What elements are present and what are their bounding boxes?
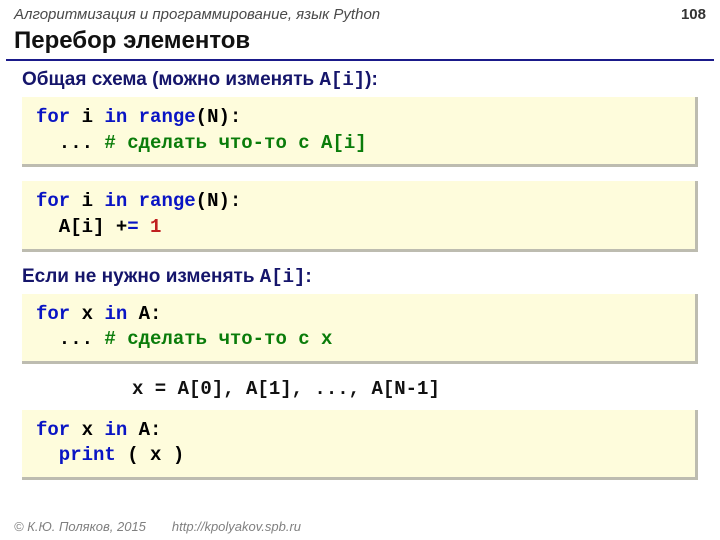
- kw-range: range: [127, 190, 195, 212]
- course-title: Алгоритмизация и программирование, язык …: [14, 6, 380, 23]
- op-eq: =: [127, 216, 138, 238]
- num-literal: 1: [139, 216, 162, 238]
- content-area: Общая схема (можно изменять A[i]): for i…: [0, 69, 720, 480]
- footer: © К.Ю. Поляков, 2015 http://kpolyakov.sp…: [0, 513, 720, 540]
- header-bar: Алгоритмизация и программирование, язык …: [0, 0, 720, 25]
- section-heading-1: Общая схема (можно изменять A[i]):: [22, 69, 698, 91]
- code-text: A:: [127, 419, 161, 441]
- note-line: x = A[0], A[1], ..., A[N-1]: [132, 378, 698, 400]
- section-heading-2: Если не нужно изменять A[i]:: [22, 266, 698, 288]
- code-text: ...: [36, 132, 104, 154]
- code-block-3: for x in A: ... # сделать что-то c x: [22, 294, 698, 364]
- code-text: x: [70, 303, 104, 325]
- kw-in: in: [104, 106, 127, 128]
- kw-for: for: [36, 190, 70, 212]
- heading-text: ):: [365, 69, 378, 90]
- code-text: A[i] +: [36, 216, 127, 238]
- code-block-1: for i in range(N): ... # сделать что-то …: [22, 97, 698, 167]
- code-text: i: [70, 106, 104, 128]
- code-block-2: for i in range(N): A[i] += 1: [22, 181, 698, 251]
- slide-title: Перебор элементов: [0, 25, 720, 59]
- footer-url: http://kpolyakov.spb.ru: [172, 519, 301, 534]
- page-number: 108: [681, 6, 706, 23]
- kw-for: for: [36, 419, 70, 441]
- heading-text: :: [305, 266, 311, 287]
- kw-in: in: [104, 419, 127, 441]
- code-text: i: [70, 190, 104, 212]
- heading-code: A[i]: [320, 69, 366, 91]
- comment: # сделать что-то c x: [104, 328, 332, 350]
- kw-in: in: [104, 190, 127, 212]
- kw-print: print: [36, 444, 116, 466]
- kw-for: for: [36, 303, 70, 325]
- heading-text: Общая схема (можно изменять: [22, 69, 320, 90]
- comment: # сделать что-то c A[i]: [104, 132, 366, 154]
- copyright: © К.Ю. Поляков, 2015: [14, 519, 146, 534]
- code-block-4: for x in A: print ( x ): [22, 410, 698, 480]
- code-text: A:: [127, 303, 161, 325]
- code-text: ...: [36, 328, 104, 350]
- code-text: (N):: [196, 190, 242, 212]
- heading-text: Если не нужно изменять: [22, 266, 260, 287]
- code-text: (N):: [196, 106, 242, 128]
- code-text: x: [70, 419, 104, 441]
- title-underline: [6, 59, 714, 61]
- kw-for: for: [36, 106, 70, 128]
- kw-in: in: [104, 303, 127, 325]
- heading-code: A[i]: [260, 266, 306, 288]
- kw-range: range: [127, 106, 195, 128]
- code-text: ( x ): [116, 444, 184, 466]
